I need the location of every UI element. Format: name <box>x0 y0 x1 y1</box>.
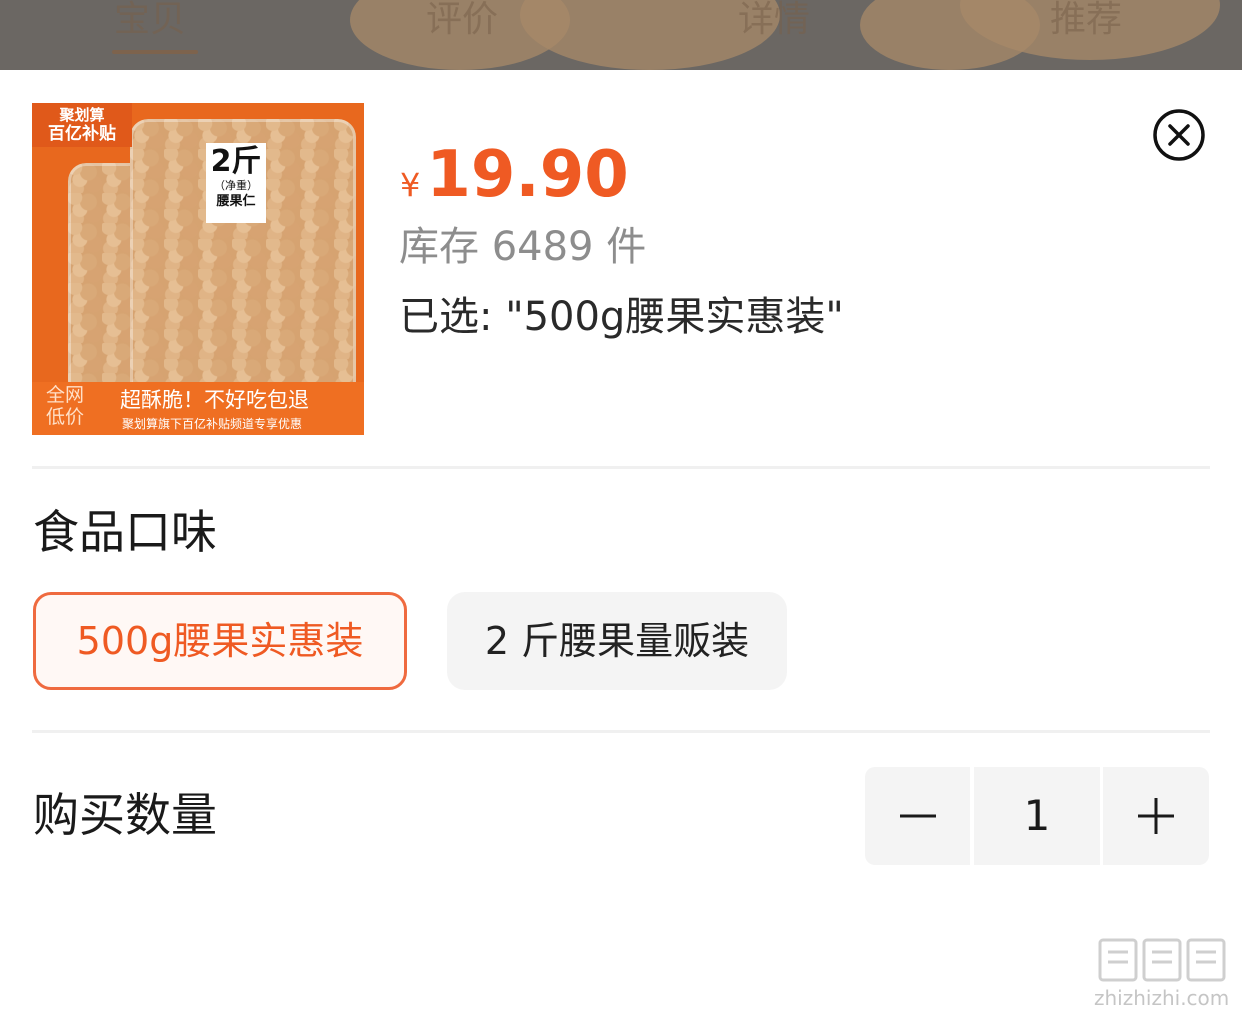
watermark-url: zhizhizhi.com <box>1094 986 1230 1010</box>
flavor-option-500g[interactable]: 500g腰果实惠装 <box>33 592 407 690</box>
price: ¥19.90 <box>400 140 629 210</box>
promo-badge-line1: 聚划算 <box>59 106 105 124</box>
promo-badge: 聚划算 百亿补贴 <box>32 103 132 147</box>
stock-count: 库存 6489 件 <box>399 224 647 270</box>
weight-sub: （净重） <box>214 179 258 192</box>
minus-icon <box>899 814 936 818</box>
tab-details[interactable]: 详情 <box>738 0 810 40</box>
tab-review[interactable]: 评价 <box>426 0 498 40</box>
promo-strip: 全网低价 超酥脆！不好吃包退 聚划算旗下百亿补贴频道专享优惠 <box>32 382 364 435</box>
tab-item[interactable]: 宝贝 <box>114 0 186 40</box>
lowest-price-tag: 全网低价 <box>46 384 85 428</box>
weight-name: 腰果仁 <box>216 194 256 209</box>
close-button[interactable] <box>1152 108 1206 162</box>
promo-note: 聚划算旗下百亿补贴频道专享优惠 <box>122 417 303 431</box>
divider <box>32 730 1210 733</box>
promo-slogan: 超酥脆！不好吃包退 <box>120 388 309 412</box>
flavor-section-title: 食品口味 <box>33 505 217 559</box>
tab-recommend[interactable]: 推荐 <box>1050 0 1122 40</box>
top-tab-bar: 宝贝 评价 详情 推荐 <box>0 0 1242 70</box>
quantity-decrement-button[interactable] <box>865 767 970 865</box>
weight-main: 2斤 <box>210 144 262 179</box>
product-thumbnail[interactable]: 聚划算 百亿补贴 2斤 （净重） 腰果仁 全网低价 超酥脆！不好吃包退 聚划算旗… <box>32 103 364 435</box>
watermark-logo <box>1098 938 1226 982</box>
promo-badge-line2: 百亿补贴 <box>48 124 116 144</box>
weight-label: 2斤 （净重） 腰果仁 <box>206 143 266 223</box>
quantity-value[interactable]: 1 <box>974 767 1100 865</box>
divider <box>32 466 1210 469</box>
currency-symbol: ¥ <box>400 166 421 204</box>
active-tab-indicator <box>112 50 198 54</box>
quantity-section-title: 购买数量 <box>33 788 217 842</box>
price-value: 19.90 <box>426 138 629 212</box>
quantity-increment-button[interactable] <box>1103 767 1209 865</box>
plus-icon <box>1138 798 1174 834</box>
selected-variant: 已选: "500g腰果实惠装" <box>399 294 844 340</box>
flavor-option-2jin[interactable]: 2 斤腰果量贩装 <box>447 592 787 690</box>
close-circle-icon <box>1153 109 1205 161</box>
